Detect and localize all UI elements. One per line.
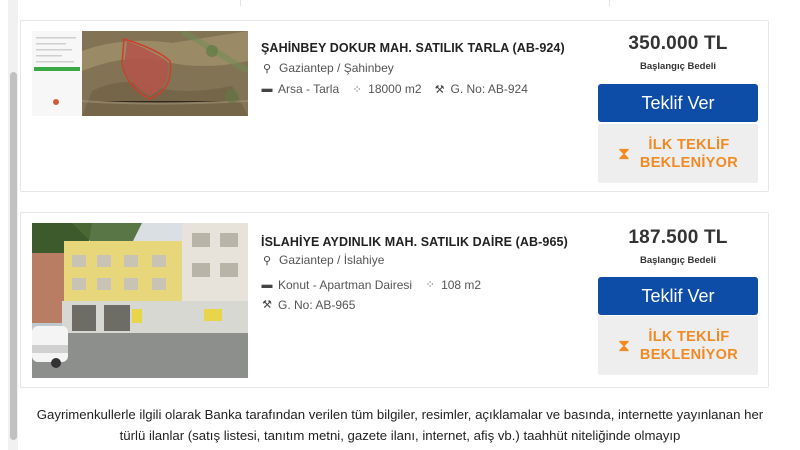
building-icon: ▬ bbox=[261, 279, 273, 291]
price-box: 350.000 TL Başlangıç Bedeli bbox=[598, 33, 758, 72]
disclaimer-text: Gayrimenkullerle ilgili olarak Banka tar… bbox=[36, 407, 764, 443]
meta-area: ⁘ 18000 m2 bbox=[351, 82, 422, 96]
listing-card[interactable]: İSLAHİYE AYDINLIK MAH. SATILIK DAİRE (AB… bbox=[20, 212, 769, 388]
type-text: Arsa - Tarla bbox=[278, 82, 340, 96]
area-icon: ⁘ bbox=[425, 279, 435, 291]
price-label: Başlangıç Bedeli bbox=[639, 255, 717, 266]
listing-meta: ▬ Arsa - Tarla ⁘ 18000 m2 ⚒ G. No: AB-92… bbox=[261, 82, 540, 96]
listing-card[interactable]: ŞAHİNBEY DOKUR MAH. SATILIK TARLA (AB-92… bbox=[20, 20, 769, 192]
price: 350.000 TL bbox=[628, 33, 728, 54]
meta-type: ▬ Arsa - Tarla bbox=[261, 82, 340, 96]
hourglass-icon: ⧗ bbox=[617, 335, 630, 355]
hourglass-icon: ⧗ bbox=[617, 143, 630, 163]
building-icon: ▬ bbox=[261, 83, 273, 95]
parcel-icon: ⚒ bbox=[434, 83, 445, 96]
area-icon: ⁘ bbox=[352, 83, 362, 96]
type-text: Konut - Apartman Dairesi bbox=[278, 278, 413, 292]
meta-gno: ⚒ G. No: AB-924 bbox=[434, 82, 528, 96]
parcel-icon: ⚒ bbox=[262, 299, 272, 311]
map-thumbnail-image bbox=[32, 31, 248, 116]
wait-line-1: İLK TEKLİF bbox=[648, 328, 730, 345]
bid-button[interactable]: Teklif Ver bbox=[598, 277, 758, 315]
first-bid-waiting-badge: ⧗ İLK TEKLİF BEKLENİYOR bbox=[598, 316, 758, 375]
listing-title[interactable]: İSLAHİYE AYDINLIK MAH. SATILIK DAİRE (AB… bbox=[261, 235, 568, 249]
area-text: 18000 m2 bbox=[368, 82, 422, 96]
wait-text: İLK TEKLİF BEKLENİYOR bbox=[640, 136, 738, 172]
listing-meta: ▬ Konut - Apartman Dairesi ⁘ 108 m2 ⚒ G.… bbox=[261, 275, 591, 315]
wait-line-2: BEKLENİYOR bbox=[639, 346, 738, 363]
first-bid-waiting-badge: ⧗ İLK TEKLİF BEKLENİYOR bbox=[598, 124, 758, 183]
location-text: Gaziantep / Şahinbey bbox=[279, 61, 394, 75]
meta-gno: ⚒ G. No: AB-965 bbox=[261, 295, 355, 315]
meta-type: ▬ Konut - Apartman Dairesi bbox=[261, 275, 413, 295]
wait-line-2: BEKLENİYOR bbox=[639, 154, 738, 171]
scrollbar-thumb[interactable] bbox=[10, 72, 17, 440]
listing-thumbnail[interactable] bbox=[32, 31, 248, 116]
gno-text: G. No: AB-965 bbox=[278, 298, 356, 312]
top-strip bbox=[240, 0, 610, 6]
gno-text: G. No: AB-924 bbox=[450, 82, 528, 96]
bid-button[interactable]: Teklif Ver bbox=[598, 84, 758, 122]
map-pin-icon: ⚲ bbox=[262, 254, 272, 267]
wait-text: İLK TEKLİF BEKLENİYOR bbox=[640, 328, 738, 364]
wait-line-1: İLK TEKLİF bbox=[648, 136, 730, 153]
listing-location: ⚲ Gaziantep / Şahinbey bbox=[261, 61, 394, 75]
price: 187.500 TL bbox=[628, 227, 728, 248]
listing-title[interactable]: ŞAHİNBEY DOKUR MAH. SATILIK TARLA (AB-92… bbox=[261, 41, 565, 55]
listing-thumbnail[interactable] bbox=[32, 223, 248, 378]
area-text: 108 m2 bbox=[441, 278, 482, 292]
map-pin-icon: ⚲ bbox=[262, 62, 272, 75]
building-photo-image bbox=[32, 223, 248, 378]
location-text: Gaziantep / İslahiye bbox=[279, 253, 385, 267]
page: ŞAHİNBEY DOKUR MAH. SATILIK TARLA (AB-92… bbox=[0, 0, 800, 450]
meta-area: ⁘ 108 m2 bbox=[424, 275, 481, 295]
price-label: Başlangıç Bedeli bbox=[639, 61, 717, 72]
price-box: 187.500 TL Başlangıç Bedeli bbox=[598, 227, 758, 266]
listing-location: ⚲ Gaziantep / İslahiye bbox=[261, 253, 384, 267]
